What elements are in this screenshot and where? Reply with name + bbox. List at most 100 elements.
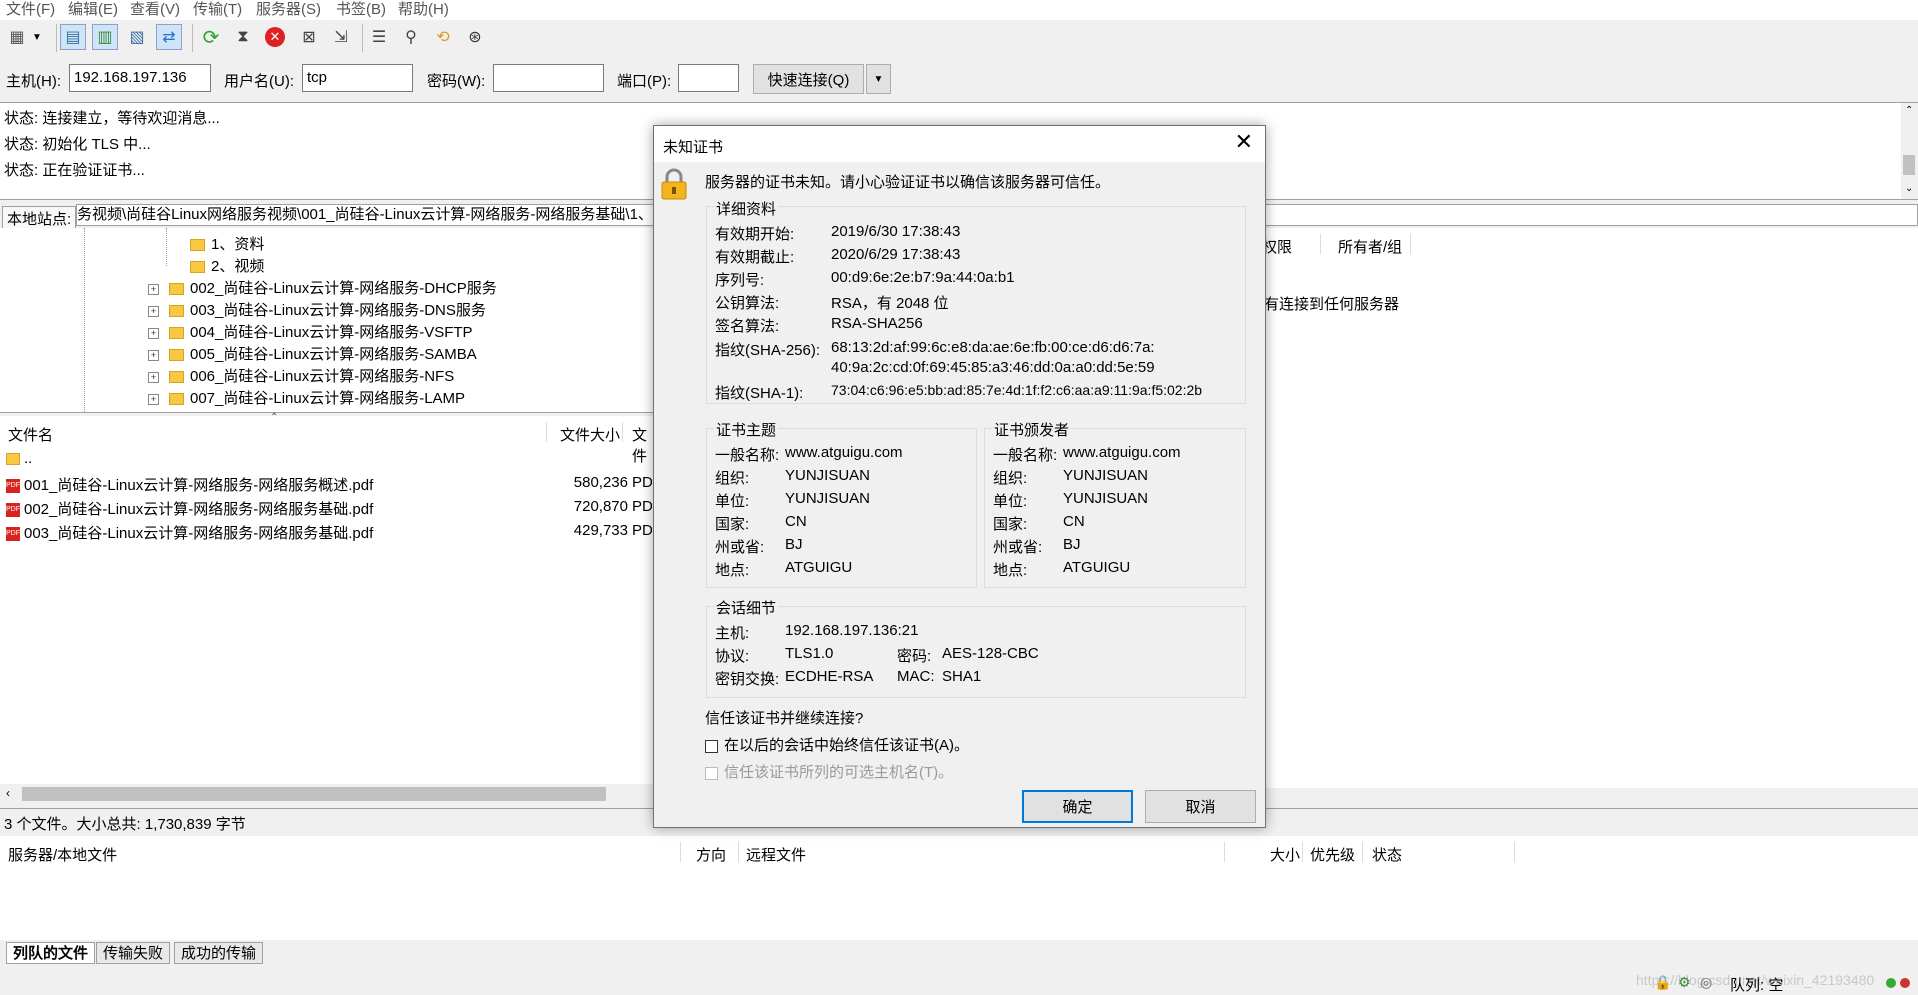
- detail-label: 有效期截止:: [715, 249, 795, 266]
- column-header-filesize[interactable]: 文件大小: [560, 424, 620, 445]
- sha1-label: 指纹(SHA-1):: [715, 385, 804, 402]
- menu-server[interactable]: 服务器(S): [256, 0, 321, 20]
- tree-item-label: 007_尚硅谷-Linux云计算-网络服务-LAMP: [190, 390, 466, 407]
- quickconnect-button[interactable]: 快速连接(Q): [753, 64, 864, 94]
- queue-col-remote[interactable]: 远程文件: [746, 844, 806, 865]
- checkbox-box[interactable]: [705, 739, 718, 753]
- tab-failed-transfers[interactable]: 传输失败: [96, 942, 171, 964]
- column-header-filename[interactable]: 文件名: [8, 424, 53, 445]
- log-scrollbar[interactable]: ⌃ ⌄: [1901, 103, 1918, 199]
- menu-view[interactable]: 查看(V): [130, 0, 180, 20]
- password-input[interactable]: [493, 64, 604, 92]
- session-protocol-label: 协议:: [715, 648, 750, 665]
- tree-item-label: 004_尚硅谷-Linux云计算-网络服务-VSFTP: [190, 324, 473, 341]
- toggle-queue-icon[interactable]: ⇄: [156, 24, 182, 50]
- log-line: 状态: 初始化 TLS 中...: [4, 136, 151, 153]
- port-input[interactable]: [678, 64, 739, 92]
- tree-item[interactable]: +003_尚硅谷-Linux云计算-网络服务-DNS服务: [148, 299, 486, 320]
- tree-item[interactable]: +002_尚硅谷-Linux云计算-网络服务-DHCP服务: [148, 277, 497, 298]
- directory-listing-icon[interactable]: ☰: [366, 24, 392, 50]
- column-header-owner[interactable]: 所有者/组: [1338, 236, 1402, 257]
- toggle-log-icon[interactable]: ▤: [60, 24, 86, 50]
- file-size: 720,870: [573, 498, 628, 515]
- disconnect-icon[interactable]: ⊠: [296, 24, 322, 50]
- tree-item-label: 1、资料: [211, 236, 265, 253]
- ok-button[interactable]: 确定: [1022, 790, 1133, 823]
- tree-item[interactable]: +006_尚硅谷-Linux云计算-网络服务-NFS: [148, 365, 454, 386]
- expand-icon[interactable]: +: [148, 371, 159, 383]
- details-title: 详细资料: [714, 198, 779, 219]
- tree-item[interactable]: +005_尚硅谷-Linux云计算-网络服务-SAMBA: [148, 343, 477, 364]
- toggle-remote-tree-icon[interactable]: ▧: [124, 24, 150, 50]
- sha1-value: 73:04:c6:96:e5:bb:ad:85:7e:4d:1f:f2:c6:a…: [831, 382, 1203, 398]
- column-header-permissions[interactable]: 权限: [1262, 236, 1292, 257]
- queue-col-direction[interactable]: 方向: [696, 844, 726, 865]
- toolbar: ▦ ▼ ▤ ▥ ▧ ⇄ ⟳ ⧗ ✕ ⊠ ⇲ ☰ ⚲ ⟲ ⊛: [0, 20, 1918, 58]
- dialog-titlebar: 未知证书 ✕: [654, 126, 1265, 162]
- expand-icon[interactable]: +: [148, 393, 159, 405]
- expand-icon[interactable]: +: [148, 327, 159, 339]
- queue-col-size[interactable]: 大小: [1270, 844, 1300, 865]
- file-row[interactable]: PDF 002_尚硅谷-Linux云计算-网络服务-网络服务基础.pdf 720,8…: [6, 498, 660, 519]
- queue-col-priority[interactable]: 优先级: [1310, 844, 1355, 865]
- file-type: PD: [632, 474, 653, 491]
- issuer-label: 组织:: [993, 470, 1028, 487]
- remote-empty-text: 有连接到任何服务器: [1264, 296, 1400, 313]
- tree-item[interactable]: 2、视频: [190, 255, 264, 276]
- search-icon[interactable]: ⊛: [462, 24, 488, 50]
- always-trust-label: 在以后的会话中始终信任该证书(A)。: [724, 737, 969, 754]
- expand-icon[interactable]: +: [148, 305, 159, 317]
- site-manager-dropdown-icon[interactable]: ▼: [30, 24, 44, 50]
- always-trust-checkbox[interactable]: 在以后的会话中始终信任该证书(A)。: [705, 734, 969, 755]
- menu-edit[interactable]: 编辑(E): [68, 0, 118, 20]
- queue-col-server[interactable]: 服务器/本地文件: [8, 844, 117, 865]
- menu-help[interactable]: 帮助(H): [398, 0, 449, 20]
- file-row-parent[interactable]: ..: [6, 450, 32, 467]
- folder-icon: [169, 393, 184, 406]
- issuer-value: YUNJISUAN: [1063, 490, 1149, 507]
- menu-bookmarks[interactable]: 书签(B): [336, 0, 386, 20]
- issuer-title: 证书颁发者: [992, 419, 1072, 440]
- username-input[interactable]: tcp: [302, 64, 413, 92]
- queue-status: 队列: 空: [1730, 977, 1784, 994]
- site-manager-icon[interactable]: ▦: [4, 24, 30, 50]
- tree-item[interactable]: +004_尚硅谷-Linux云计算-网络服务-VSFTP: [148, 321, 473, 342]
- issuer-value: www.atguigu.com: [1063, 444, 1181, 461]
- refresh-icon[interactable]: ⟳: [198, 24, 224, 50]
- expand-icon[interactable]: +: [148, 349, 159, 361]
- file-size: 429,733: [573, 522, 628, 539]
- lock-icon: 🔒: [1654, 974, 1672, 990]
- issuer-value: YUNJISUAN: [1063, 467, 1149, 484]
- sync-browse-icon[interactable]: ⟲: [430, 24, 456, 50]
- quickconnect-dropdown-icon[interactable]: ▼: [866, 64, 891, 94]
- close-icon[interactable]: ✕: [1235, 130, 1253, 154]
- checkbox-box: [705, 766, 718, 780]
- tree-item[interactable]: +007_尚硅谷-Linux云计算-网络服务-LAMP: [148, 387, 465, 408]
- folder-icon: [169, 327, 184, 340]
- menu-transfer[interactable]: 传输(T): [193, 0, 242, 20]
- tab-queued-files[interactable]: 列队的文件: [6, 942, 96, 964]
- tab-successful-transfers[interactable]: 成功的传输: [174, 942, 264, 964]
- host-input[interactable]: 192.168.197.136: [69, 64, 211, 92]
- menu-bar: 文件(F) 编辑(E) 查看(V) 传输(T) 服务器(S) 书签(B) 帮助(…: [0, 0, 1918, 20]
- cancel-icon[interactable]: ✕: [262, 24, 288, 50]
- menu-file[interactable]: 文件(F): [6, 0, 55, 20]
- queue-col-status[interactable]: 状态: [1372, 844, 1402, 865]
- file-row[interactable]: PDF 001_尚硅谷-Linux云计算-网络服务-网络服务概述.pdf 580,2…: [6, 474, 660, 495]
- filename-filter-icon[interactable]: ⚲: [398, 24, 424, 50]
- local-path-text: 务视频\尚硅谷Linux网络服务视频\001_尚硅谷-Linux云计算-网络服务…: [77, 206, 653, 223]
- tree-item-label: 003_尚硅谷-Linux云计算-网络服务-DNS服务: [190, 302, 486, 319]
- trust-question: 信任该证书并继续连接?: [705, 710, 864, 727]
- file-size: 580,236: [573, 474, 628, 491]
- reconnect-icon[interactable]: ⇲: [328, 24, 354, 50]
- toggle-local-tree-icon[interactable]: ▥: [92, 24, 118, 50]
- file-row[interactable]: PDF 003_尚硅谷-Linux云计算-网络服务-网络服务基础.pdf 429,7…: [6, 522, 660, 543]
- local-hscrollbar[interactable]: ‹: [0, 784, 660, 804]
- expand-icon[interactable]: +: [148, 283, 159, 295]
- filter-icon[interactable]: ⧗: [230, 24, 256, 50]
- cancel-button[interactable]: 取消: [1145, 790, 1256, 823]
- trust-alt-names-label: 信任该证书所列的可选主机名(T)。: [724, 764, 954, 781]
- tree-item[interactable]: 1、资料: [190, 233, 264, 254]
- remote-pane: 权限 所有者/组 有连接到任何服务器: [1260, 228, 1918, 788]
- quickconnect-bar: 主机(H): 192.168.197.136 用户名(U): tcp 密码(W)…: [0, 58, 1918, 102]
